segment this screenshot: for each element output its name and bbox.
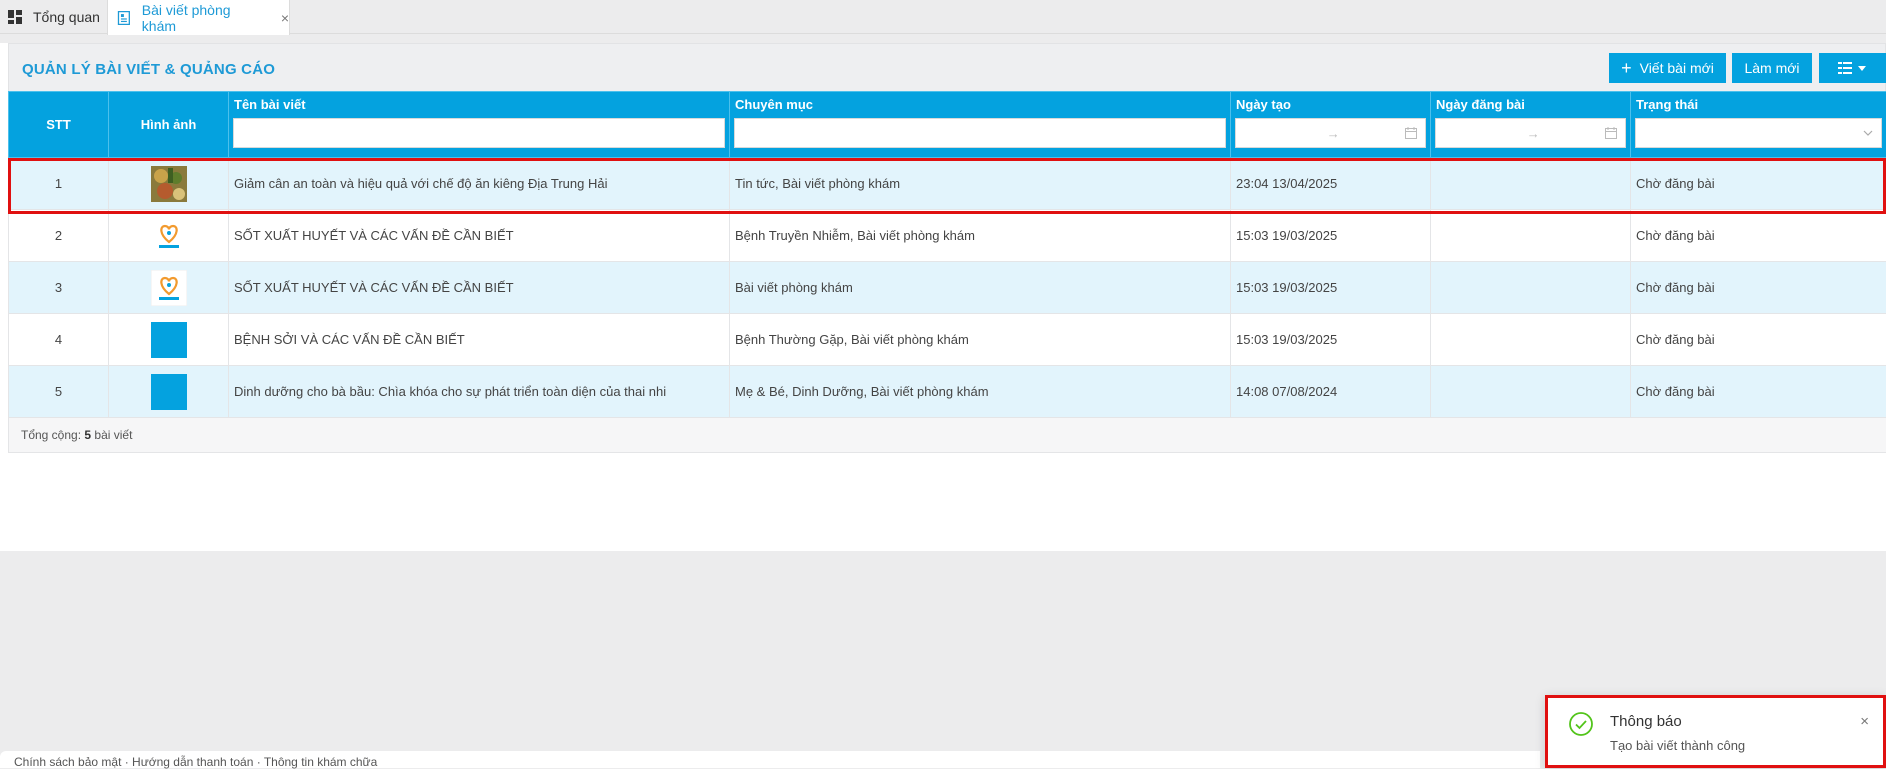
dashboard-icon	[8, 10, 22, 24]
articles-table: STT Hình ảnh Tên bài viết Chuyên mục Ngà…	[8, 91, 1886, 453]
chevron-down-icon	[1863, 128, 1873, 138]
status-filter-select[interactable]	[1635, 118, 1882, 148]
row-stt: 5	[9, 366, 109, 418]
row-image	[109, 158, 229, 210]
bottom-bar: Chính sách bảo mật · Hướng dẫn thanh toá…	[0, 751, 1540, 768]
range-arrow-icon: →	[1327, 126, 1340, 141]
status-badge: Chờ đăng bài	[1631, 262, 1886, 314]
row-created: 14:08 07/08/2024	[1231, 366, 1431, 418]
column-published-label: Ngày đăng bài	[1431, 92, 1630, 116]
category-filter-input[interactable]	[734, 118, 1226, 148]
column-list-icon	[1838, 61, 1868, 75]
status-badge: Chờ đăng bài	[1631, 210, 1886, 262]
total-prefix: Tổng cộng:	[21, 428, 84, 442]
column-status-label: Trạng thái	[1631, 92, 1886, 116]
close-tab-icon[interactable]: ×	[281, 10, 289, 26]
row-created: 15:03 19/03/2025	[1231, 314, 1431, 366]
notification-message: Tạo bài viết thành công	[1610, 738, 1745, 753]
column-category-label: Chuyên mục	[730, 92, 1230, 116]
document-icon	[117, 11, 131, 25]
tab-clinic-articles-label: Bài viết phòng khám	[142, 2, 267, 34]
row-image	[109, 262, 229, 314]
row-category: Mẹ & Bé, Dinh Dưỡng, Bài viết phòng khám	[730, 366, 1231, 418]
tab-overview[interactable]: Tổng quan	[0, 0, 104, 34]
column-category: Chuyên mục	[730, 92, 1231, 158]
refresh-button[interactable]: Làm mới	[1732, 53, 1812, 83]
articles-panel: QUẢN LÝ BÀI VIẾT & QUẢNG CÁO + Viết bài …	[0, 43, 1886, 551]
new-article-button[interactable]: + Viết bài mới	[1609, 53, 1726, 83]
status-badge: Chờ đăng bài	[1631, 314, 1886, 366]
tab-clinic-articles[interactable]: Bài viết phòng khám ×	[107, 0, 290, 35]
tab-bar: Tổng quan Bài viết phòng khám ×	[0, 0, 1886, 34]
success-notification: Thông báo Tạo bài viết thành công ×	[1545, 695, 1886, 768]
title-filter-input[interactable]	[233, 118, 725, 148]
table-row[interactable]: 2 SỐT XUẤT HUYẾT VÀ CÁC VẤN ĐỀ CẦN BIẾT …	[9, 210, 1886, 262]
row-title[interactable]: Dinh dưỡng cho bà bầu: Chìa khóa cho sự …	[229, 366, 730, 418]
column-status: Trạng thái	[1631, 92, 1886, 158]
row-title[interactable]: SỐT XUẤT HUYẾT VÀ CÁC VẤN ĐỀ CẦN BIẾT	[229, 210, 730, 262]
row-stt: 1	[9, 158, 109, 210]
status-badge: Chờ đăng bài	[1631, 366, 1886, 418]
row-title[interactable]: SỐT XUẤT HUYẾT VÀ CÁC VẤN ĐỀ CẦN BIẾT	[229, 262, 730, 314]
placeholder-thumbnail	[151, 374, 187, 410]
placeholder-thumbnail	[151, 322, 187, 358]
row-stt: 3	[9, 262, 109, 314]
column-title: Tên bài viết	[229, 92, 730, 158]
total-suffix: bài viết	[91, 428, 132, 442]
row-category: Bệnh Truyền Nhiễm, Bài viết phòng khám	[730, 210, 1231, 262]
page-title: QUẢN LÝ BÀI VIẾT & QUẢNG CÁO	[22, 61, 275, 78]
row-image	[109, 210, 229, 262]
check-circle-icon	[1568, 711, 1594, 737]
row-title[interactable]: Giảm cân an toàn và hiệu quả với chế độ …	[229, 158, 730, 210]
status-badge: Chờ đăng bài	[1631, 158, 1886, 210]
row-created: 23:04 13/04/2025	[1231, 158, 1431, 210]
plus-icon: +	[1621, 59, 1632, 77]
row-category: Tin tức, Bài viết phòng khám	[730, 158, 1231, 210]
table-row[interactable]: 3 SỐT XUẤT HUYẾT VÀ CÁC VẤN ĐỀ CẦN BIẾT …	[9, 262, 1886, 314]
table-row[interactable]: 1 Giảm cân an toàn và hiệu quả với chế đ…	[9, 158, 1886, 210]
calendar-icon	[1605, 127, 1617, 139]
column-created-label: Ngày tạo	[1231, 92, 1430, 116]
row-published	[1431, 366, 1631, 418]
column-settings-button[interactable]	[1819, 53, 1886, 83]
column-created: Ngày tạo →	[1231, 92, 1431, 158]
new-article-label: Viết bài mới	[1640, 60, 1714, 76]
row-created: 15:03 19/03/2025	[1231, 262, 1431, 314]
row-stt: 4	[9, 314, 109, 366]
article-thumbnail	[151, 166, 187, 202]
column-title-label: Tên bài viết	[229, 92, 729, 116]
column-published: Ngày đăng bài →	[1431, 92, 1631, 158]
panel-header: QUẢN LÝ BÀI VIẾT & QUẢNG CÁO + Viết bài …	[8, 43, 1886, 91]
row-published	[1431, 262, 1631, 314]
column-image: Hình ảnh	[109, 92, 229, 158]
row-stt: 2	[9, 210, 109, 262]
row-published	[1431, 314, 1631, 366]
row-image	[109, 366, 229, 418]
row-title[interactable]: BỆNH SỞI VÀ CÁC VẤN ĐỀ CẦN BIẾT	[229, 314, 730, 366]
column-stt: STT	[9, 92, 109, 158]
row-published	[1431, 210, 1631, 262]
range-arrow-icon: →	[1527, 126, 1540, 141]
close-icon[interactable]: ×	[1860, 713, 1869, 730]
clinic-logo-thumbnail	[151, 218, 187, 254]
bottom-text: Chính sách bảo mật · Hướng dẫn thanh toá…	[14, 755, 377, 769]
published-date-range-filter[interactable]: →	[1435, 118, 1626, 148]
table-footer-total: Tổng cộng: 5 bài viết	[9, 418, 1886, 453]
row-published	[1431, 158, 1631, 210]
table-row[interactable]: 5 Dinh dưỡng cho bà bầu: Chìa khóa cho s…	[9, 366, 1886, 418]
row-created: 15:03 19/03/2025	[1231, 210, 1431, 262]
created-date-range-filter[interactable]: →	[1235, 118, 1426, 148]
calendar-icon	[1405, 127, 1417, 139]
row-category: Bài viết phòng khám	[730, 262, 1231, 314]
notification-title: Thông báo	[1610, 713, 1682, 730]
clinic-logo-thumbnail	[151, 270, 187, 306]
row-category: Bệnh Thường Gặp, Bài viết phòng khám	[730, 314, 1231, 366]
tab-overview-label: Tổng quan	[33, 9, 100, 25]
row-image	[109, 314, 229, 366]
table-row[interactable]: 4 BỆNH SỞI VÀ CÁC VẤN ĐỀ CẦN BIẾT Bệnh T…	[9, 314, 1886, 366]
